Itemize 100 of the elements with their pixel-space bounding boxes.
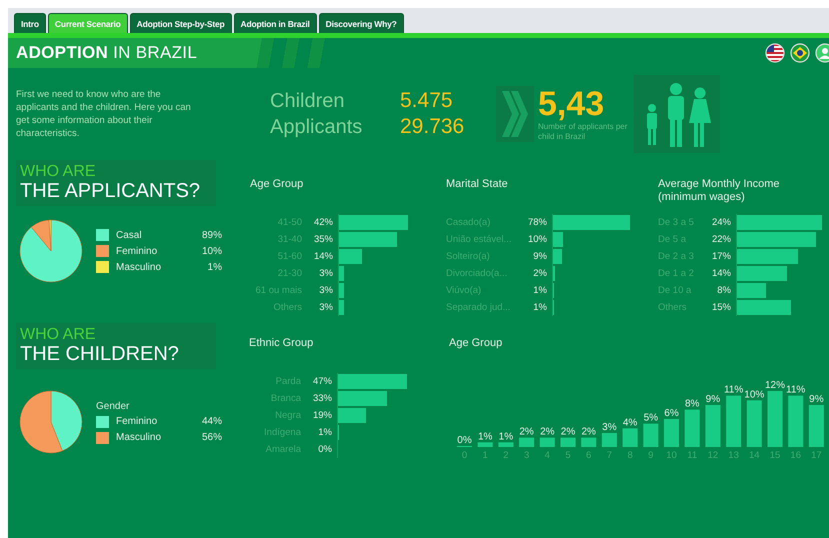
legend-value: 10% — [200, 246, 222, 256]
value-label: 8% — [716, 285, 731, 296]
axis-label: 4 — [544, 450, 550, 461]
double-chevron-icon — [502, 91, 528, 137]
value-label: 10% — [526, 234, 547, 245]
bar — [737, 283, 766, 298]
axis-label: De 10 a — [658, 285, 692, 296]
bar — [338, 374, 407, 389]
axis-label: Divorciado(a... — [446, 268, 508, 279]
axis-label: Indígena — [263, 427, 301, 438]
chart-title: Average Monthly Income (minimum wages) — [658, 178, 780, 205]
tab[interactable]: Adoption Step-by-Step — [130, 13, 232, 33]
axis-label: 12 — [708, 450, 718, 461]
tab[interactable]: Adoption in Brazil — [234, 13, 317, 33]
axis-label: 17 — [811, 450, 822, 461]
bar — [768, 391, 782, 447]
ratio-caption: Number of applicants per child in Brazil — [538, 122, 628, 142]
page-title: ADOPTION IN BRAZIL — [16, 43, 198, 63]
value-label: 14% — [710, 268, 731, 279]
bar — [338, 408, 366, 423]
axis-label: De 5 a — [658, 234, 687, 245]
bar — [339, 283, 344, 298]
axis-label: De 1 a 2 — [658, 268, 695, 279]
axis-label: 5 — [565, 450, 571, 461]
bar — [581, 438, 596, 447]
axis-label: Negra — [274, 410, 301, 421]
bar — [553, 249, 562, 264]
value-label: 9% — [706, 394, 720, 405]
pie-slice — [50, 390, 82, 452]
axis-label: 21-30 — [276, 268, 302, 279]
value-label: 14% — [312, 251, 333, 262]
axis-label: 1 — [482, 450, 488, 461]
axis-label: De 3 a 5 — [658, 217, 695, 228]
legend-label: Feminino — [116, 416, 158, 427]
axis-label: 0 — [462, 450, 468, 461]
axis-label: Solteiro(a) — [446, 251, 491, 262]
value-label: 3% — [318, 285, 333, 296]
bar — [737, 300, 791, 315]
us-flag-icon[interactable] — [765, 43, 785, 63]
axis-label: Amarela — [264, 444, 301, 455]
value-label: 3% — [602, 422, 617, 433]
stat-value: 29.736 — [400, 115, 466, 139]
value-label: 3% — [318, 302, 333, 313]
value-label: 1% — [532, 285, 547, 296]
axis-label: União estável... — [446, 234, 512, 245]
bar — [643, 424, 658, 447]
legend-value: 44% — [200, 416, 222, 427]
axis-label: 61 ou mais — [254, 285, 302, 296]
value-label: 11% — [786, 384, 806, 396]
value-label: 6% — [664, 408, 679, 419]
value-label: 5% — [644, 412, 658, 424]
bar — [737, 266, 788, 281]
bar — [339, 249, 362, 264]
bar — [338, 391, 388, 406]
axis-label: 16 — [790, 450, 801, 461]
axis-label: 6 — [586, 450, 592, 461]
axis-label: 7 — [606, 450, 612, 461]
bar — [560, 438, 576, 447]
axis-label: 2 — [503, 450, 509, 461]
axis-label: 14 — [749, 450, 760, 461]
bar — [553, 232, 563, 247]
tab[interactable]: Discovering Why? — [318, 13, 404, 33]
axis-label: 10 — [666, 450, 677, 461]
bar — [684, 410, 700, 447]
value-label: 2% — [560, 426, 576, 438]
value-label: 33% — [312, 393, 332, 404]
user-icon[interactable] — [815, 43, 829, 63]
bar — [498, 442, 514, 447]
value-label: 1% — [317, 427, 332, 438]
section-subtitle: WHO ARE — [20, 164, 97, 180]
bar — [737, 249, 798, 264]
stat-value: 5.475 — [400, 89, 454, 113]
bar — [726, 396, 742, 447]
bar — [339, 232, 398, 247]
tab[interactable]: Intro — [14, 13, 46, 33]
chart-title: Marital State — [446, 178, 509, 192]
axis-label: 9 — [648, 450, 654, 461]
stat-label: Applicants — [270, 116, 364, 138]
chart-title: Age Group — [449, 337, 504, 351]
axis-label: Parda — [274, 376, 301, 387]
bar — [746, 400, 762, 447]
value-label: 0% — [457, 435, 472, 446]
value-label: 19% — [312, 410, 332, 421]
axis-label: 11 — [687, 450, 698, 461]
value-label: 0% — [317, 444, 332, 455]
axis-label: Casado(a) — [446, 217, 492, 228]
legend-title: Gender — [96, 400, 130, 412]
legend-value: 56% — [200, 432, 222, 443]
brazil-flag-icon[interactable] — [790, 43, 810, 63]
value-label: 42% — [312, 217, 333, 228]
value-label: 9% — [809, 394, 824, 405]
axis-label: Viúvo(a) — [446, 285, 482, 296]
stat-label: Children — [270, 90, 346, 112]
axis-label: Others — [658, 302, 688, 313]
axis-label: Others — [272, 302, 302, 313]
value-label: 12% — [765, 380, 785, 391]
value-label: 1% — [478, 431, 492, 442]
axis-label: 13 — [728, 450, 739, 461]
bar — [339, 300, 344, 315]
chart-title: Ethnic Group — [249, 337, 314, 351]
